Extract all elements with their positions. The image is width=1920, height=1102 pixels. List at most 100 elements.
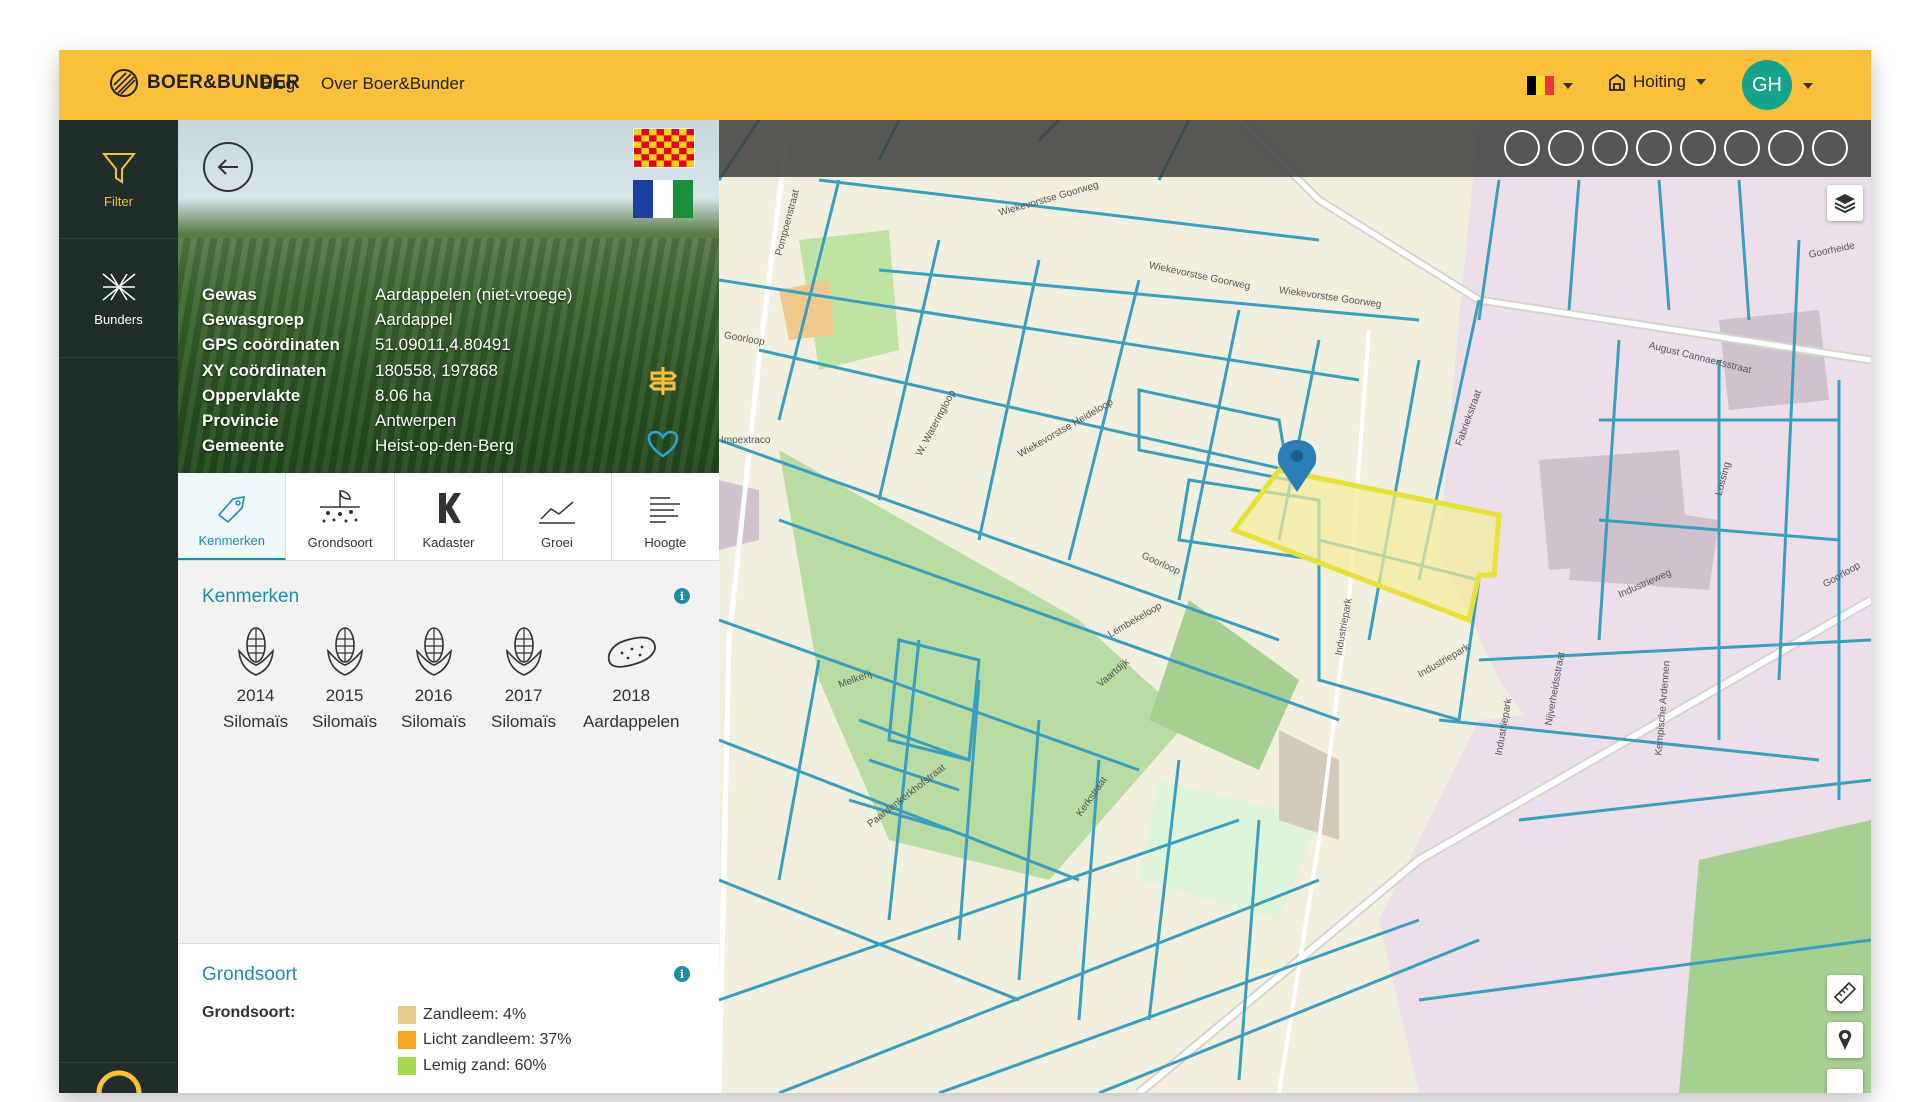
info-row: XY coördinaten 180558, 197868	[202, 360, 498, 380]
grondsoort-legend: Zandleem: 4% Licht zandleem: 37% Lemig z…	[398, 1002, 572, 1079]
crop-history-item: 2016 Silomaïs	[401, 625, 466, 735]
nav-over[interactable]: Over Boer&Bunder	[321, 74, 465, 94]
map-pin-icon	[1838, 1030, 1852, 1050]
tab-label: Groei	[541, 535, 573, 550]
tab-kenmerken[interactable]: Kenmerken	[178, 473, 287, 560]
corn-icon	[415, 627, 452, 676]
tab-label: Hoogte	[644, 535, 687, 550]
info-row: Oppervlakte 8.06 ha	[202, 385, 432, 405]
farm-icon	[1609, 73, 1625, 91]
map-tool-water-icon[interactable]	[1724, 130, 1760, 166]
info-row: Gemeente Heist-op-den-Berg	[202, 436, 514, 456]
grondsoort-info-icon[interactable]: i	[674, 966, 690, 982]
kenmerken-title: Kenmerken	[202, 586, 300, 607]
tab-grondsoort[interactable]: Grondsoort	[286, 473, 395, 560]
kenmerken-info-icon[interactable]: i	[674, 588, 690, 604]
crop-year: 2014	[236, 686, 275, 705]
measure-button[interactable]	[1827, 975, 1863, 1011]
crop-history-item: 2015 Silomaïs	[312, 625, 377, 735]
legend-swatch	[398, 1056, 416, 1075]
arrow-left-icon	[217, 159, 238, 175]
list-item: Zandleem: 4%	[398, 1002, 572, 1028]
list-item: Lemig zand: 60%	[398, 1053, 572, 1079]
farm-name: Hoiting	[1633, 72, 1686, 91]
tab-label: Grondsoort	[307, 535, 373, 550]
map-tool-slope-icon[interactable]	[1812, 130, 1848, 166]
avatar[interactable]: GH	[1742, 60, 1792, 110]
grondsoort-section: Grondsoort i Grondsoort: Zandleem: 4% Li…	[178, 943, 719, 1093]
crop-name: Silomaïs	[312, 712, 378, 731]
info-row: Provincie Antwerpen	[202, 410, 457, 430]
crop-year: 2016	[414, 686, 453, 705]
province-flag	[633, 128, 695, 168]
crop-name: Silomaïs	[223, 712, 289, 731]
tab-label: Kadaster	[422, 535, 475, 550]
sidebar-footer	[59, 1062, 178, 1093]
filter-icon	[101, 152, 136, 184]
legend-swatch	[398, 1005, 416, 1024]
info-row: GPS coördinaten 51.09011,4.80491	[202, 335, 511, 355]
street-label: Impextraco	[721, 435, 771, 446]
zoom-button[interactable]	[1827, 1069, 1863, 1093]
favorite-heart-icon[interactable]	[647, 430, 679, 458]
avatar-chevron-down-icon[interactable]	[1803, 83, 1813, 89]
map-tool-search-icon[interactable]	[1768, 130, 1804, 166]
corn-icon	[505, 627, 542, 676]
map-tool-crops-icon[interactable]	[1592, 130, 1628, 166]
top-bar: BOER&BUNDER Blog Over Boer&Bunder Hoitin…	[59, 50, 1871, 120]
kadaster-icon	[438, 493, 461, 523]
layers-button[interactable]	[1827, 185, 1863, 221]
logo-icon	[110, 69, 138, 97]
sidebar-item-bunders[interactable]: Bunders	[59, 239, 178, 358]
map-canvas[interactable]	[719, 120, 1871, 1093]
map-tool-location-icon[interactable]	[1504, 130, 1540, 166]
detail-tabs: Kenmerken Grondsoort Kadaster Groei Hoog…	[178, 473, 719, 561]
app-window: BOER&BUNDER Blog Over Boer&Bunder Hoitin…	[59, 50, 1871, 1093]
tab-label: Kenmerken	[198, 533, 265, 548]
back-button[interactable]	[203, 142, 253, 192]
map-tool-height-icon[interactable]	[1636, 130, 1672, 166]
grondsoort-title: Grondsoort	[202, 964, 298, 985]
parcel-detail-panel: Gewas Aardappelen (niet-vroege) Gewasgroe…	[178, 120, 719, 1093]
signpost-icon[interactable]	[648, 365, 678, 397]
grondsoort-label: Grondsoort:	[202, 1004, 296, 1021]
layers-icon	[1834, 194, 1856, 214]
height-lines-icon	[650, 497, 681, 523]
corn-icon	[326, 627, 363, 676]
parcel-photo: Gewas Aardappelen (niet-vroege) Gewasgroe…	[178, 120, 719, 473]
sidebar-item-label: Bunders	[94, 311, 143, 327]
farm-chevron-down-icon	[1695, 79, 1706, 85]
map[interactable]: Wiekevorstse Goorweg Wiekevorstse Goorwe…	[719, 120, 1871, 1093]
map-tool-kadaster-icon[interactable]	[1680, 130, 1716, 166]
tab-hoogte[interactable]: Hoogte	[612, 473, 719, 560]
crop-year: 2015	[325, 686, 364, 705]
info-row: Gewas Aardappelen (niet-vroege)	[202, 285, 573, 304]
crop-name: Silomaïs	[401, 712, 467, 731]
crop-year: 2018	[612, 686, 651, 705]
soil-icon	[320, 490, 361, 523]
growth-chart-icon	[538, 501, 575, 524]
tab-kadaster[interactable]: Kadaster	[395, 473, 504, 560]
farm-selector[interactable]: Hoiting	[1607, 72, 1706, 92]
map-tool-greenhouse-icon[interactable]	[1548, 130, 1584, 166]
sidebar-item-label: Filter	[104, 193, 133, 209]
crop-name: Aardappelen	[583, 712, 680, 731]
municipality-flag	[633, 180, 693, 218]
bunders-icon	[102, 272, 135, 301]
nav-blog[interactable]: Blog	[261, 74, 295, 94]
crop-name: Silomaïs	[491, 712, 557, 731]
language-chevron-down-icon[interactable]	[1563, 83, 1573, 89]
ruler-icon	[1833, 981, 1857, 1005]
tab-groei[interactable]: Groei	[503, 473, 612, 560]
sidebar-item-filter[interactable]: Filter	[59, 120, 178, 239]
potato-icon	[608, 636, 657, 668]
crop-year: 2017	[504, 686, 543, 705]
crop-history-item: 2014 Silomaïs	[223, 625, 288, 735]
language-flag-belgium[interactable]	[1527, 76, 1554, 95]
locate-button[interactable]	[1827, 1022, 1863, 1058]
crop-history-item: 2018 Aardappelen	[583, 625, 679, 735]
list-item: Licht zandleem: 37%	[398, 1028, 572, 1054]
parcel-info-table: Gewas Aardappelen (niet-vroege) Gewasgroe…	[202, 285, 573, 461]
corn-icon	[237, 627, 274, 676]
sun-logo-icon	[96, 1070, 142, 1093]
